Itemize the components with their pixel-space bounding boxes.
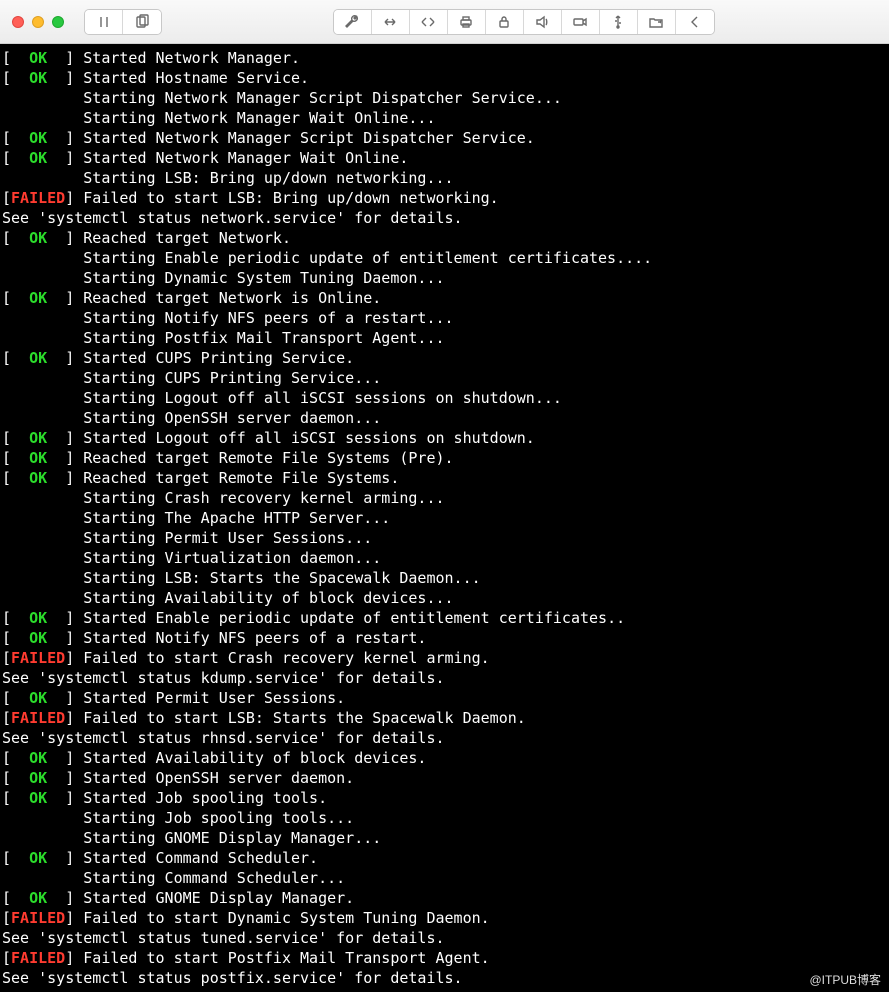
terminal-line: [FAILED] Failed to start Crash recovery … xyxy=(2,648,887,668)
terminal-line: [FAILED] Failed to start LSB: Bring up/d… xyxy=(2,188,887,208)
terminal-line: Starting Logout off all iSCSI sessions o… xyxy=(2,388,887,408)
terminal-line: [ OK ] Started Availability of block dev… xyxy=(2,748,887,768)
pause-icon xyxy=(96,14,112,30)
toolbar-group-right xyxy=(333,9,715,35)
settings-button[interactable] xyxy=(334,10,372,34)
pause-button[interactable] xyxy=(85,10,123,34)
terminal-line: Starting OpenSSH server daemon... xyxy=(2,408,887,428)
folder-button[interactable] xyxy=(638,10,676,34)
maximize-window-button[interactable] xyxy=(52,16,64,28)
terminal-line: Starting Dynamic System Tuning Daemon... xyxy=(2,268,887,288)
resize-button[interactable] xyxy=(372,10,410,34)
terminal-line: Starting CUPS Printing Service... xyxy=(2,368,887,388)
terminal-line: [ OK ] Started CUPS Printing Service. xyxy=(2,348,887,368)
usb-icon xyxy=(610,14,626,30)
wrench-icon xyxy=(344,14,360,30)
camera-button[interactable] xyxy=(562,10,600,34)
terminal-line: Starting Network Manager Wait Online... xyxy=(2,108,887,128)
terminal-line: [ OK ] Reached target Network. xyxy=(2,228,887,248)
terminal-line: [ OK ] Started Notify NFS peers of a res… xyxy=(2,628,887,648)
terminal-line: Starting LSB: Starts the Spacewalk Daemo… xyxy=(2,568,887,588)
copy-icon xyxy=(134,14,150,30)
terminal-line: Starting GNOME Display Manager... xyxy=(2,828,887,848)
terminal-line: [FAILED] Failed to start Dynamic System … xyxy=(2,908,887,928)
terminal-output[interactable]: [ OK ] Started Network Manager.[ OK ] St… xyxy=(0,44,889,992)
folder-share-icon xyxy=(648,14,664,30)
sound-button[interactable] xyxy=(524,10,562,34)
terminal-line: [ OK ] Started Command Scheduler. xyxy=(2,848,887,868)
terminal-line: See 'systemctl status kdump.service' for… xyxy=(2,668,887,688)
terminal-line: [ OK ] Started Enable periodic update of… xyxy=(2,608,887,628)
terminal-line: Starting Virtualization daemon... xyxy=(2,548,887,568)
terminal-line: Starting Postfix Mail Transport Agent... xyxy=(2,328,887,348)
terminal-line: [ OK ] Started Hostname Service. xyxy=(2,68,887,88)
terminal-line: See 'systemctl status tuned.service' for… xyxy=(2,928,887,948)
resize-icon xyxy=(382,14,398,30)
terminal-line: [FAILED] Failed to start LSB: Starts the… xyxy=(2,708,887,728)
back-button[interactable] xyxy=(676,10,714,34)
copy-button[interactable] xyxy=(123,10,161,34)
terminal-line: Starting Command Scheduler... xyxy=(2,868,887,888)
terminal-line: Starting Crash recovery kernel arming... xyxy=(2,488,887,508)
terminal-line: Starting LSB: Bring up/down networking..… xyxy=(2,168,887,188)
printer-icon xyxy=(458,14,474,30)
terminal-line: [ OK ] Started Job spooling tools. xyxy=(2,788,887,808)
watermark: @ITPUB博客 xyxy=(809,971,881,988)
terminal-line: [ OK ] Started GNOME Display Manager. xyxy=(2,888,887,908)
terminal-line: See 'systemctl status rhnsd.service' for… xyxy=(2,728,887,748)
terminal-line: [FAILED] Failed to start Postfix Mail Tr… xyxy=(2,948,887,968)
terminal-line: Starting Availability of block devices..… xyxy=(2,588,887,608)
titlebar xyxy=(0,0,889,44)
terminal-line: [ OK ] Started Network Manager Wait Onli… xyxy=(2,148,887,168)
expand-icon xyxy=(420,14,436,30)
terminal-line: [ OK ] Started OpenSSH server daemon. xyxy=(2,768,887,788)
toolbar-group-left xyxy=(84,9,162,35)
terminal-line: [ OK ] Started Network Manager. xyxy=(2,48,887,68)
usb-button[interactable] xyxy=(600,10,638,34)
fullscreen-button[interactable] xyxy=(410,10,448,34)
terminal-line: [ OK ] Started Logout off all iSCSI sess… xyxy=(2,428,887,448)
terminal-line: See 'systemctl status network.service' f… xyxy=(2,208,887,228)
close-window-button[interactable] xyxy=(12,16,24,28)
terminal-line: Starting Network Manager Script Dispatch… xyxy=(2,88,887,108)
terminal-line: Starting Enable periodic update of entit… xyxy=(2,248,887,268)
terminal-line: Starting The Apache HTTP Server... xyxy=(2,508,887,528)
lock-icon xyxy=(496,14,512,30)
speaker-icon xyxy=(534,14,550,30)
terminal-line: Starting Job spooling tools... xyxy=(2,808,887,828)
camera-icon xyxy=(572,14,588,30)
window-controls xyxy=(12,16,64,28)
terminal-line: [ OK ] Started Permit User Sessions. xyxy=(2,688,887,708)
terminal-line: [ OK ] Started Network Manager Script Di… xyxy=(2,128,887,148)
terminal-line: [ OK ] Reached target Network is Online. xyxy=(2,288,887,308)
chevron-left-icon xyxy=(687,14,703,30)
terminal-line: [ OK ] Reached target Remote File System… xyxy=(2,448,887,468)
minimize-window-button[interactable] xyxy=(32,16,44,28)
lock-button[interactable] xyxy=(486,10,524,34)
terminal-line: Starting Notify NFS peers of a restart..… xyxy=(2,308,887,328)
print-button[interactable] xyxy=(448,10,486,34)
terminal-line: See 'systemctl status postfix.service' f… xyxy=(2,968,887,988)
terminal-line: Starting Permit User Sessions... xyxy=(2,528,887,548)
terminal-line: [ OK ] Reached target Remote File System… xyxy=(2,468,887,488)
